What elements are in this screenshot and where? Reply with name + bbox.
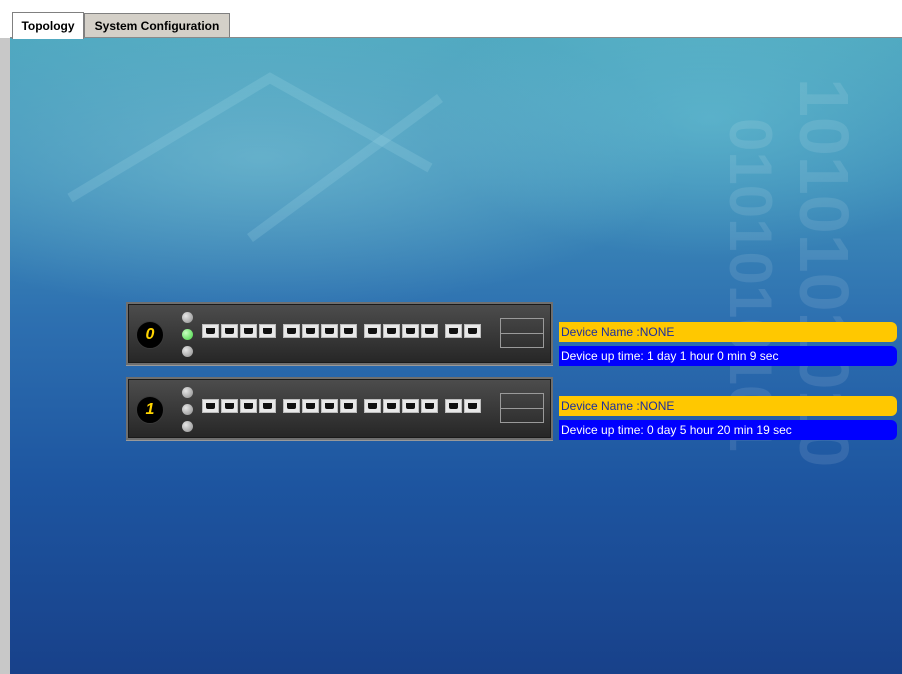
port-1[interactable] [202,324,219,338]
port-row [202,399,483,417]
port-10[interactable] [383,324,400,338]
status-led-top [182,312,193,323]
device-name-label: Device Name :NONE [559,396,897,416]
port-12[interactable] [421,324,438,338]
port-7[interactable] [321,324,338,338]
port-5[interactable] [283,399,300,413]
tab-strip: Topology System Configuration [0,0,902,39]
status-led-active [182,329,193,340]
port-2[interactable] [221,324,238,338]
status-led-bottom [182,421,193,432]
status-led-top [182,387,193,398]
port-13[interactable] [445,324,462,338]
port-11[interactable] [402,324,419,338]
port-1[interactable] [202,399,219,413]
port-10[interactable] [383,399,400,413]
panel-border [0,38,10,674]
switch-unit-1[interactable]: 1 [126,377,553,440]
tab-topology[interactable]: Topology [12,12,84,39]
unit-number-badge: 1 [136,396,164,424]
port-14[interactable] [464,399,481,413]
port-13[interactable] [445,399,462,413]
port-row [202,324,483,342]
switch-unit-0[interactable]: 0 [126,302,553,365]
port-9[interactable] [364,399,381,413]
tab-system-configuration[interactable]: System Configuration [84,13,230,38]
port-11[interactable] [402,399,419,413]
port-6[interactable] [302,324,319,338]
topology-panel: 0101010101 1010101010 0 Device Name:NON… [10,38,902,674]
device-uptime-label: Device up time: 0 day 5 hour 20 min 19 s… [559,420,897,440]
uplink-module-slots[interactable] [500,393,544,423]
port-3[interactable] [240,324,257,338]
port-2[interactable] [221,399,238,413]
port-7[interactable] [321,399,338,413]
port-4[interactable] [259,324,276,338]
port-9[interactable] [364,324,381,338]
port-14[interactable] [464,324,481,338]
port-4[interactable] [259,399,276,413]
status-led-bottom [182,346,193,357]
port-6[interactable] [302,399,319,413]
port-3[interactable] [240,399,257,413]
port-8[interactable] [340,324,357,338]
uplink-module-slots[interactable] [500,318,544,348]
device-uptime-label: Device up time: 1 day 1 hour 0 min 9 sec [559,346,897,366]
port-8[interactable] [340,399,357,413]
unit-number-badge: 0 [136,321,164,349]
port-12[interactable] [421,399,438,413]
device-name-label: Device Name :NONE [559,322,897,342]
port-5[interactable] [283,324,300,338]
status-led-middle [182,404,193,415]
